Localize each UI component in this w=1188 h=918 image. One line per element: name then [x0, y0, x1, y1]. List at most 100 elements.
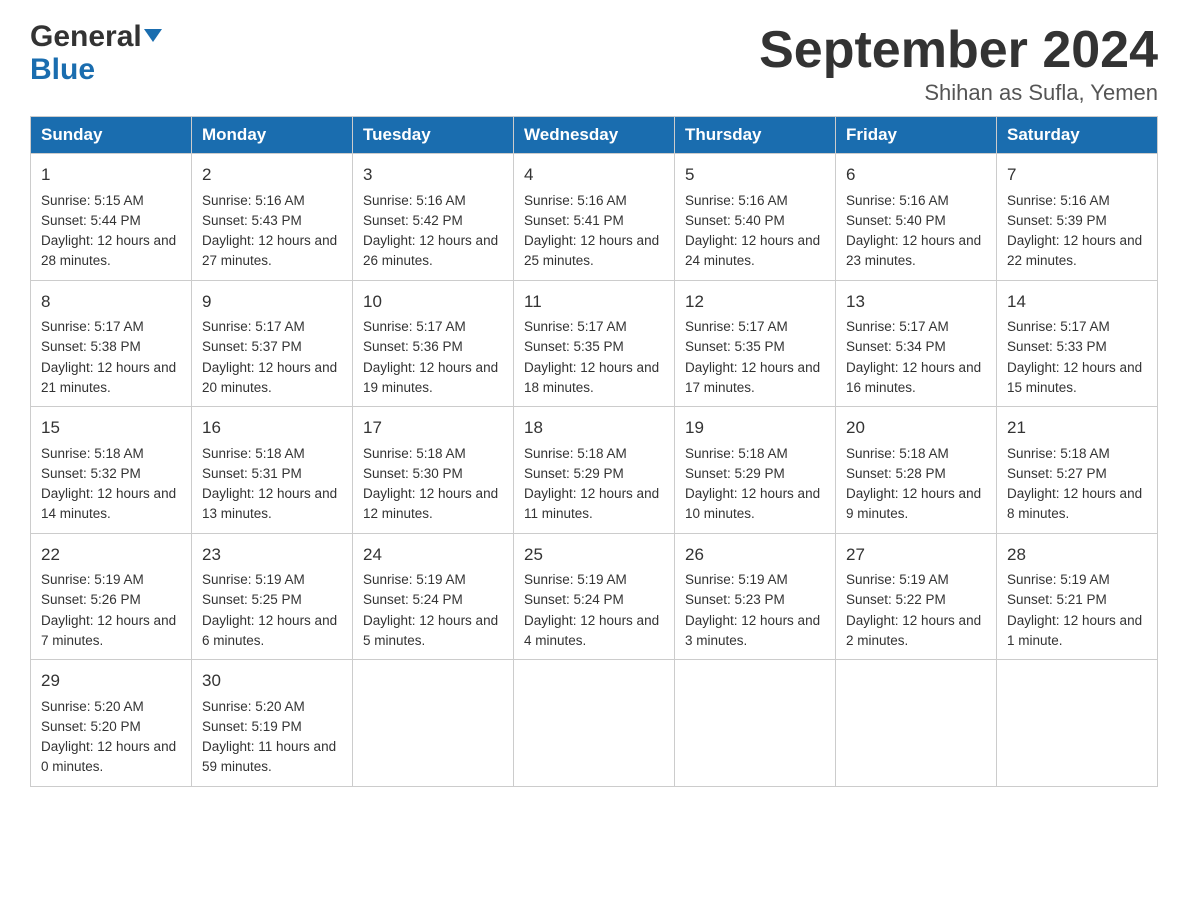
- calendar-cell: 19 Sunrise: 5:18 AMSunset: 5:29 PMDayligh…: [675, 407, 836, 534]
- week-row-5: 29Sunrise: 5:20 AMSunset: 5:20 PMDayligh…: [31, 660, 1158, 787]
- calendar-cell: [997, 660, 1158, 787]
- sunrise-text: Sunrise: 5:20 AM: [202, 697, 342, 717]
- calendar-cell: 20Sunrise: 5:18 AMSunset: 5:28 PMDayligh…: [836, 407, 997, 534]
- sunrise-text: Sunrise: 5:17 AM: [685, 317, 825, 337]
- day-number: 21: [1007, 415, 1147, 441]
- calendar-cell: 10Sunrise: 5:17 AMSunset: 5:36 PMDayligh…: [353, 280, 514, 407]
- day-number: 5: [685, 162, 825, 188]
- calendar-cell: 7Sunrise: 5:16 AMSunset: 5:39 PMDaylight…: [997, 154, 1158, 281]
- calendar-cell: 30 Sunrise: 5:20 AMSunset: 5:19 PMDayligh…: [192, 660, 353, 787]
- week-row-1: 1Sunrise: 5:15 AMSunset: 5:44 PMDaylight…: [31, 154, 1158, 281]
- day-number: 30: [202, 668, 342, 694]
- day-number: 17: [363, 415, 503, 441]
- daylight-text: Daylight: 12 hours and 2 minutes.: [846, 611, 986, 652]
- sunrise-text: Sunrise: 5:19 AM: [685, 570, 825, 590]
- column-header-monday: Monday: [192, 117, 353, 154]
- sunrise-text: Sunrise: 5:17 AM: [41, 317, 181, 337]
- day-number: 29: [41, 668, 181, 694]
- sunset-text: Sunset: 5:28 PM: [846, 464, 986, 484]
- sunset-text: Sunset: 5:29 PM: [524, 464, 664, 484]
- sunrise-text: Sunrise: 5:18 AM: [1007, 444, 1147, 464]
- daylight-text: Daylight: 12 hours and 5 minutes.: [363, 611, 503, 652]
- calendar-cell: [675, 660, 836, 787]
- sunrise-text: Sunrise: 5:17 AM: [524, 317, 664, 337]
- calendar-cell: 2Sunrise: 5:16 AMSunset: 5:43 PMDaylight…: [192, 154, 353, 281]
- sunrise-text: Sunrise: 5:15 AM: [41, 191, 181, 211]
- calendar-cell: 8Sunrise: 5:17 AMSunset: 5:38 PMDaylight…: [31, 280, 192, 407]
- calendar-cell: 21 Sunrise: 5:18 AMSunset: 5:27 PMDayligh…: [997, 407, 1158, 534]
- day-number: 22: [41, 542, 181, 568]
- sunset-text: Sunset: 5:39 PM: [1007, 211, 1147, 231]
- daylight-text: Daylight: 12 hours and 19 minutes.: [363, 358, 503, 399]
- sunset-text: Sunset: 5:41 PM: [524, 211, 664, 231]
- sunset-text: Sunset: 5:30 PM: [363, 464, 503, 484]
- daylight-text: Daylight: 12 hours and 24 minutes.: [685, 231, 825, 272]
- sunset-text: Sunset: 5:19 PM: [202, 717, 342, 737]
- calendar-cell: 23Sunrise: 5:19 AMSunset: 5:25 PMDayligh…: [192, 533, 353, 660]
- daylight-text: Daylight: 11 hours and 59 minutes.: [202, 737, 342, 778]
- calendar-cell: 12Sunrise: 5:17 AMSunset: 5:35 PMDayligh…: [675, 280, 836, 407]
- calendar-cell: 28Sunrise: 5:19 AMSunset: 5:21 PMDayligh…: [997, 533, 1158, 660]
- calendar-cell: 13Sunrise: 5:17 AMSunset: 5:34 PMDayligh…: [836, 280, 997, 407]
- day-number: 27: [846, 542, 986, 568]
- calendar-cell: 6Sunrise: 5:16 AMSunset: 5:40 PMDaylight…: [836, 154, 997, 281]
- sunset-text: Sunset: 5:36 PM: [363, 337, 503, 357]
- daylight-text: Daylight: 12 hours and 18 minutes.: [524, 358, 664, 399]
- column-header-sunday: Sunday: [31, 117, 192, 154]
- sunrise-text: Sunrise: 5:19 AM: [202, 570, 342, 590]
- daylight-text: Daylight: 12 hours and 7 minutes.: [41, 611, 181, 652]
- daylight-text: Daylight: 12 hours and 1 minute.: [1007, 611, 1147, 652]
- day-number: 19: [685, 415, 825, 441]
- daylight-text: Daylight: 12 hours and 3 minutes.: [685, 611, 825, 652]
- column-header-saturday: Saturday: [997, 117, 1158, 154]
- logo-blue: Blue: [30, 53, 95, 86]
- month-title: September 2024: [759, 20, 1158, 80]
- calendar-cell: 4Sunrise: 5:16 AMSunset: 5:41 PMDaylight…: [514, 154, 675, 281]
- sunrise-text: Sunrise: 5:18 AM: [685, 444, 825, 464]
- daylight-text: Daylight: 12 hours and 8 minutes.: [1007, 484, 1147, 525]
- column-header-tuesday: Tuesday: [353, 117, 514, 154]
- sunrise-text: Sunrise: 5:17 AM: [846, 317, 986, 337]
- calendar-cell: 16Sunrise: 5:18 AMSunset: 5:31 PMDayligh…: [192, 407, 353, 534]
- sunrise-text: Sunrise: 5:18 AM: [202, 444, 342, 464]
- calendar-cell: [514, 660, 675, 787]
- daylight-text: Daylight: 12 hours and 10 minutes.: [685, 484, 825, 525]
- sunset-text: Sunset: 5:40 PM: [685, 211, 825, 231]
- sunrise-text: Sunrise: 5:16 AM: [363, 191, 503, 211]
- calendar-cell: 29Sunrise: 5:20 AMSunset: 5:20 PMDayligh…: [31, 660, 192, 787]
- day-number: 10: [363, 289, 503, 315]
- calendar-cell: 22Sunrise: 5:19 AMSunset: 5:26 PMDayligh…: [31, 533, 192, 660]
- calendar-cell: 15Sunrise: 5:18 AMSunset: 5:32 PMDayligh…: [31, 407, 192, 534]
- calendar-cell: [353, 660, 514, 787]
- sunset-text: Sunset: 5:37 PM: [202, 337, 342, 357]
- sunset-text: Sunset: 5:24 PM: [524, 590, 664, 610]
- day-number: 12: [685, 289, 825, 315]
- calendar-cell: 11Sunrise: 5:17 AMSunset: 5:35 PMDayligh…: [514, 280, 675, 407]
- sunset-text: Sunset: 5:27 PM: [1007, 464, 1147, 484]
- sunrise-text: Sunrise: 5:20 AM: [41, 697, 181, 717]
- sunrise-text: Sunrise: 5:17 AM: [363, 317, 503, 337]
- sunrise-text: Sunrise: 5:16 AM: [846, 191, 986, 211]
- calendar-header-row: SundayMondayTuesdayWednesdayThursdayFrid…: [31, 117, 1158, 154]
- sunset-text: Sunset: 5:34 PM: [846, 337, 986, 357]
- sunrise-text: Sunrise: 5:17 AM: [202, 317, 342, 337]
- day-number: 20: [846, 415, 986, 441]
- calendar-cell: 25Sunrise: 5:19 AMSunset: 5:24 PMDayligh…: [514, 533, 675, 660]
- sunrise-text: Sunrise: 5:19 AM: [41, 570, 181, 590]
- day-number: 26: [685, 542, 825, 568]
- daylight-text: Daylight: 12 hours and 0 minutes.: [41, 737, 181, 778]
- calendar-cell: 3Sunrise: 5:16 AMSunset: 5:42 PMDaylight…: [353, 154, 514, 281]
- day-number: 8: [41, 289, 181, 315]
- daylight-text: Daylight: 12 hours and 25 minutes.: [524, 231, 664, 272]
- day-number: 9: [202, 289, 342, 315]
- sunset-text: Sunset: 5:26 PM: [41, 590, 181, 610]
- calendar-cell: 5 Sunrise: 5:16 AMSunset: 5:40 PMDaylight…: [675, 154, 836, 281]
- daylight-text: Daylight: 12 hours and 14 minutes.: [41, 484, 181, 525]
- daylight-text: Daylight: 12 hours and 21 minutes.: [41, 358, 181, 399]
- sunrise-text: Sunrise: 5:16 AM: [1007, 191, 1147, 211]
- sunset-text: Sunset: 5:29 PM: [685, 464, 825, 484]
- sunrise-text: Sunrise: 5:16 AM: [685, 191, 825, 211]
- day-number: 24: [363, 542, 503, 568]
- day-number: 14: [1007, 289, 1147, 315]
- logo-text: General: [30, 20, 162, 53]
